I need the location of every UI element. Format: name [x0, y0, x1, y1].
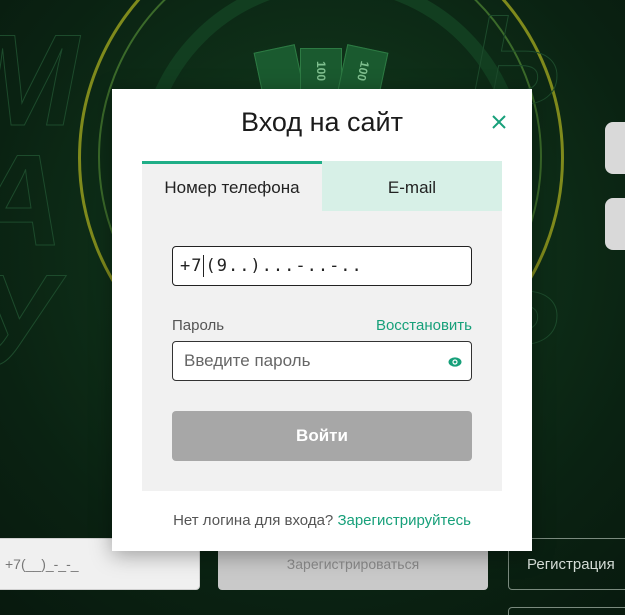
background-decoration: МАУ: [0, 15, 84, 386]
wheel-segment-value: 100: [300, 48, 342, 95]
password-field: [172, 341, 472, 381]
restore-password-link[interactable]: Восстановить: [376, 317, 472, 334]
login-button[interactable]: Войти: [172, 411, 472, 461]
register-prompt: Нет логина для входа? Зарегистрируйтесь: [112, 512, 532, 529]
login-method-tabs: Номер телефона E-mail: [142, 161, 502, 211]
login-form-panel: Номер телефона E-mail +7 (9..)...-..-.. П…: [142, 161, 502, 491]
text-cursor: [203, 255, 205, 277]
tab-email[interactable]: E-mail: [322, 161, 502, 211]
register-link[interactable]: Зарегистрируйтесь: [337, 512, 470, 529]
password-input[interactable]: [173, 342, 424, 380]
phone-prefix: +7: [180, 256, 203, 276]
eye-icon[interactable]: [448, 355, 462, 367]
no-login-text: Нет логина для входа?: [173, 512, 334, 529]
password-label: Пароль: [172, 317, 225, 334]
close-icon[interactable]: [488, 111, 510, 133]
phone-mask: (9..)...-..-..: [205, 256, 363, 276]
tab-phone[interactable]: Номер телефона: [142, 161, 322, 211]
side-button[interactable]: [605, 122, 625, 174]
modal-title: Вход на сайт: [241, 107, 403, 137]
side-button[interactable]: [605, 198, 625, 250]
login-modal: Вход на сайт Номер телефона E-mail +7 (9.…: [112, 89, 532, 551]
background-secondary-button[interactable]: [508, 607, 625, 615]
phone-input[interactable]: +7 (9..)...-..-..: [172, 246, 472, 286]
